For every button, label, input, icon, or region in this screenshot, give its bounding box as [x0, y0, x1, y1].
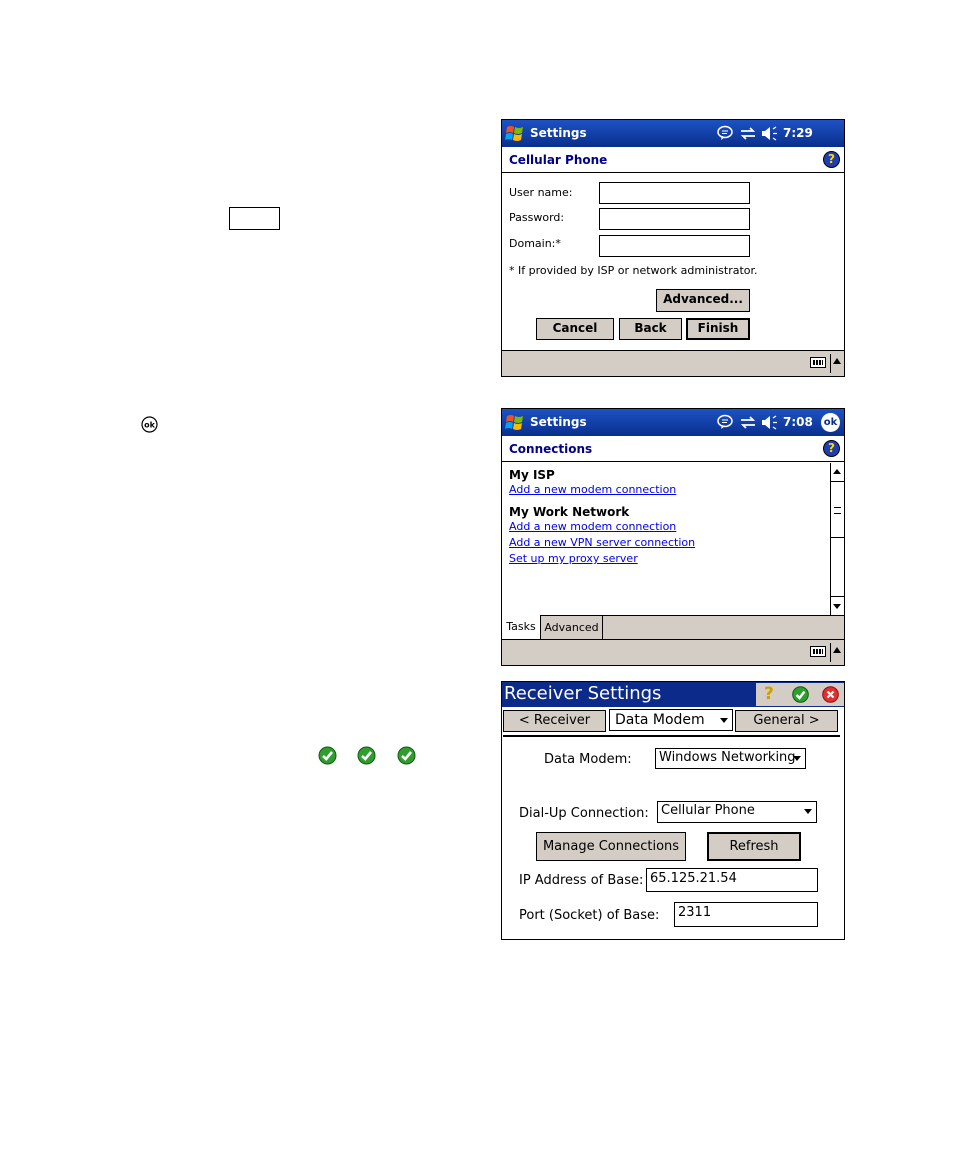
close-icon[interactable]	[822, 686, 839, 703]
data-modem-select[interactable]: Windows Networking	[655, 748, 806, 769]
next-general-button[interactable]: General >	[735, 710, 838, 732]
dialup-value: Cellular Phone	[661, 803, 755, 818]
refresh-button[interactable]: Refresh	[707, 832, 801, 861]
username-field[interactable]	[599, 182, 750, 204]
ok-icon: ok	[141, 416, 158, 433]
check-icon	[318, 746, 337, 765]
scroll-thumb[interactable]	[831, 482, 844, 538]
ip-address-label: IP Address of Base:	[519, 873, 644, 888]
scrollbar[interactable]	[830, 463, 844, 616]
finish-key-illustration	[229, 207, 280, 230]
data-modem-value: Windows Networking	[659, 750, 796, 765]
back-button[interactable]: Back	[619, 318, 682, 340]
tab-advanced[interactable]: Advanced	[541, 616, 603, 639]
manage-connections-button[interactable]: Manage Connections	[536, 832, 686, 861]
notification-bubble-icon[interactable]	[717, 414, 733, 430]
cellular-phone-screen: Settings 7:29 Cellular Phone ? User name…	[501, 119, 845, 377]
isp-add-modem-link[interactable]: Add a new modem connection	[509, 483, 676, 496]
connectivity-icon[interactable]	[740, 416, 756, 429]
receiver-settings-screen: Receiver Settings ? < Receiver Data Mode…	[501, 681, 845, 940]
scroll-down-button[interactable]	[831, 596, 844, 616]
ok-button[interactable]: ok	[821, 413, 840, 432]
finish-button[interactable]: Finish	[686, 318, 750, 340]
page-header: Cellular Phone ?	[502, 147, 844, 173]
port-label: Port (Socket) of Base:	[519, 908, 660, 923]
divider	[830, 354, 831, 373]
keyboard-icon[interactable]	[810, 646, 826, 657]
port-field[interactable]: 2311	[674, 902, 818, 927]
work-add-modem-link[interactable]: Add a new modem connection	[509, 520, 676, 533]
volume-icon[interactable]	[761, 415, 778, 430]
input-panel-arrow-icon[interactable]	[833, 358, 841, 364]
proxy-server-link[interactable]: Set up my proxy server	[509, 552, 638, 565]
chevron-down-icon	[720, 718, 728, 723]
volume-icon[interactable]	[761, 126, 778, 141]
dialup-select[interactable]: Cellular Phone	[657, 801, 817, 823]
page-header: Connections ?	[502, 436, 844, 462]
password-field[interactable]	[599, 208, 750, 230]
cancel-button[interactable]: Cancel	[536, 318, 614, 340]
help-icon[interactable]: ?	[823, 151, 840, 168]
keyboard-icon[interactable]	[810, 357, 826, 368]
app-title: Receiver Settings	[504, 683, 662, 704]
group-my-work-network: My Work Network	[509, 505, 630, 519]
menu-bar	[502, 639, 844, 665]
data-modem-label: Data Modem:	[544, 752, 632, 767]
windows-start-icon[interactable]	[505, 413, 525, 432]
svg-text:ok: ok	[144, 421, 155, 430]
app-title: Settings	[530, 126, 587, 140]
title-bar: Receiver Settings ?	[502, 682, 844, 707]
domain-label: Domain:*	[509, 237, 561, 250]
page-title: Connections	[509, 442, 593, 456]
tab-tasks[interactable]: Tasks	[502, 615, 541, 639]
ip-address-field[interactable]: 65.125.21.54	[646, 868, 818, 892]
help-icon[interactable]: ?	[823, 440, 840, 457]
chevron-down-icon	[804, 809, 812, 814]
input-panel-arrow-icon[interactable]	[833, 647, 841, 653]
advanced-button[interactable]: Advanced...	[656, 289, 750, 312]
title-bar: Settings 7:29	[502, 120, 844, 147]
group-my-isp: My ISP	[509, 468, 555, 482]
app-title: Settings	[530, 415, 587, 429]
clock[interactable]: 7:29	[783, 126, 813, 140]
section-select[interactable]: Data Modem	[609, 709, 733, 731]
password-label: Password:	[509, 211, 565, 224]
scroll-up-button[interactable]	[831, 463, 844, 482]
divider	[503, 735, 840, 737]
clock[interactable]: 7:08	[783, 415, 813, 429]
connectivity-icon[interactable]	[740, 127, 756, 140]
tab-strip: Tasks Advanced	[502, 615, 844, 640]
help-icon[interactable]: ?	[764, 684, 774, 704]
work-add-vpn-link[interactable]: Add a new VPN server connection	[509, 536, 695, 549]
ok-check-icon[interactable]	[792, 686, 809, 703]
page-title: Cellular Phone	[509, 153, 608, 167]
chevron-down-icon	[793, 756, 801, 761]
provider-note: * If provided by ISP or network administ…	[509, 264, 758, 277]
check-icon	[357, 746, 376, 765]
title-bar: Settings 7:08 ok	[502, 409, 844, 436]
section-select-value: Data Modem	[615, 712, 705, 728]
windows-start-icon[interactable]	[505, 124, 525, 143]
divider	[830, 643, 831, 662]
prev-receiver-button[interactable]: < Receiver	[503, 710, 606, 732]
connections-screen: Settings 7:08 ok Connections ? My ISP Ad…	[501, 408, 845, 666]
check-icon	[397, 746, 416, 765]
username-label: User name:	[509, 186, 573, 199]
notification-bubble-icon[interactable]	[717, 125, 733, 141]
dialup-label: Dial-Up Connection:	[519, 806, 649, 821]
domain-field[interactable]	[599, 235, 750, 257]
menu-bar	[502, 350, 844, 376]
